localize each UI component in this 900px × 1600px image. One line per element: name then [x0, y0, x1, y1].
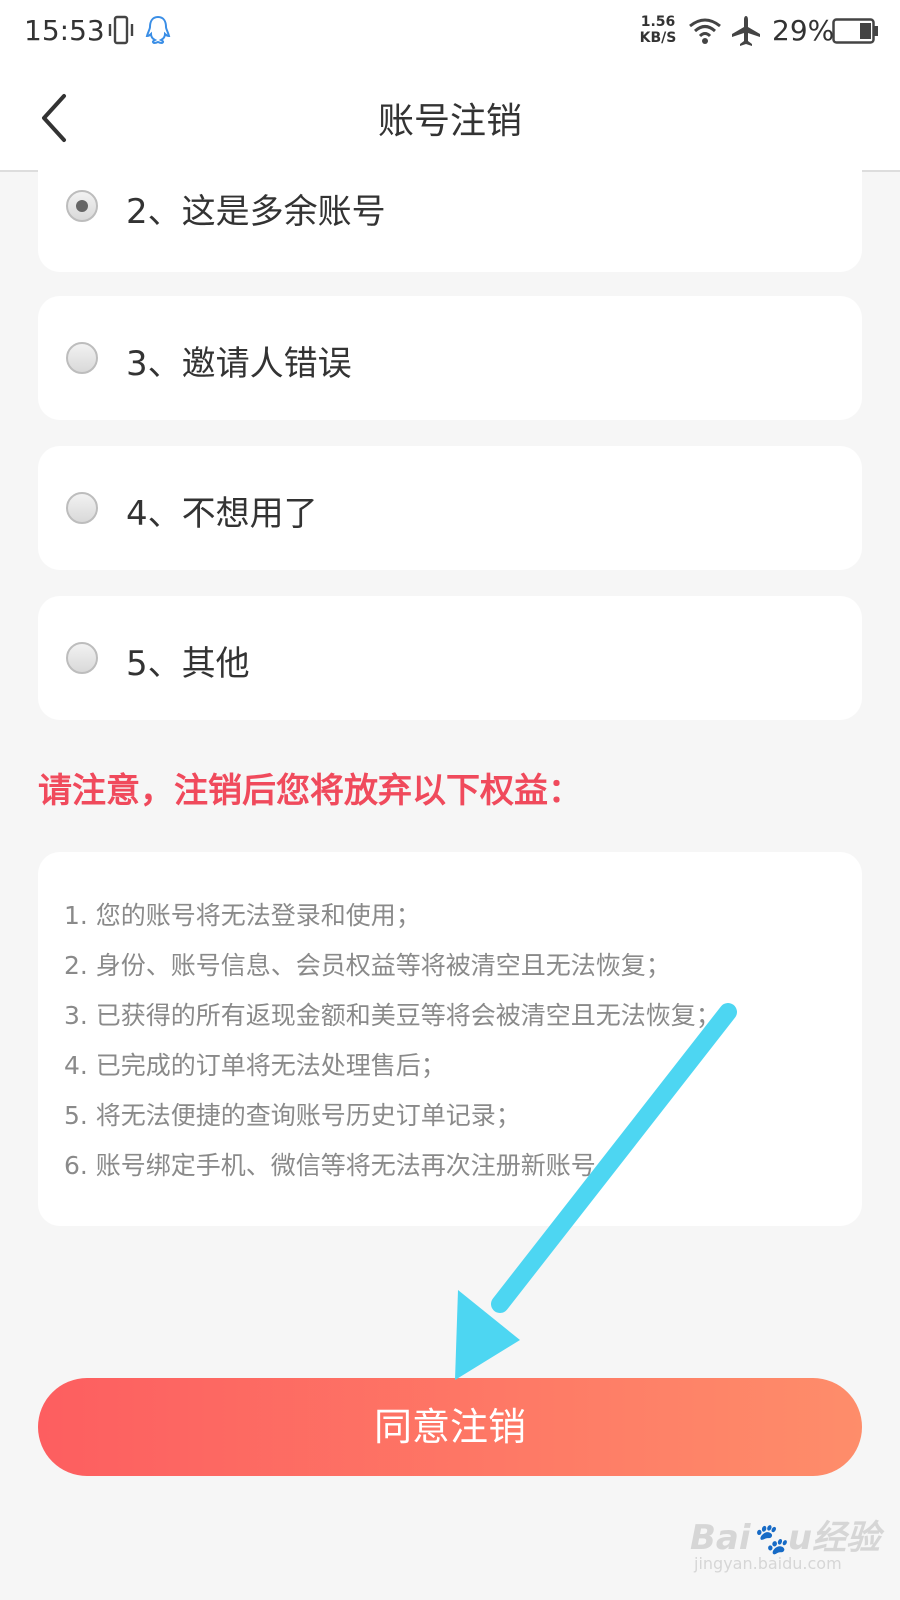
radio-button[interactable] [66, 342, 98, 374]
net-speed-unit: KB/S [639, 30, 677, 46]
reason-option-3[interactable]: 3、邀请人错误 [38, 296, 862, 420]
battery-icon [832, 18, 878, 44]
vibrate-icon [108, 15, 134, 45]
rule-item: 6. 账号绑定手机、微信等将无法再次注册新账号。 [64, 1151, 621, 1180]
page-title: 账号注销 [377, 101, 522, 142]
net-speed: 1.56 KB/S [636, 14, 680, 46]
net-speed-value: 1.56 [640, 14, 676, 30]
qq-icon [145, 15, 171, 45]
rule-item: 3. 已获得的所有返现金额和美豆等将会被清空且无法恢复； [64, 1001, 721, 1030]
status-bar: 15:53 1.56 KB/S 29% [0, 0, 900, 66]
radio-button[interactable] [66, 492, 98, 524]
notice-title: 请注意，注销后您将放弃以下权益： [38, 771, 582, 811]
watermark-logo: Bai🐾u经验 [690, 1518, 881, 1558]
wifi-icon [689, 18, 721, 44]
app-bar: 账号注销 [0, 66, 900, 172]
option-label: 2、这是多余账号 [126, 192, 386, 232]
rule-item: 1. 您的账号将无法登录和使用； [64, 901, 421, 930]
rule-item: 4. 已完成的订单将无法处理售后； [64, 1051, 446, 1080]
agree-cancel-account-button[interactable]: 同意注销 [38, 1378, 862, 1476]
reason-option-5[interactable]: 5、其他 [38, 596, 862, 720]
battery-percent: 29% [772, 14, 835, 47]
option-label: 3、邀请人错误 [126, 344, 352, 384]
watermark-url: jingyan.baidu.com [694, 1554, 842, 1573]
reason-option-4[interactable]: 4、不想用了 [38, 446, 862, 570]
status-time: 15:53 [24, 14, 105, 47]
airplane-icon [732, 16, 760, 46]
radio-button-selected[interactable] [66, 190, 98, 222]
rules-list: 1. 您的账号将无法登录和使用； 2. 身份、账号信息、会员权益等将被清空且无法… [38, 852, 862, 1226]
radio-button[interactable] [66, 642, 98, 674]
option-label: 5、其他 [126, 644, 250, 684]
watermark: Bai🐾u经验 jingyan.baidu.com [690, 1510, 880, 1580]
rule-item: 2. 身份、账号信息、会员权益等将被清空且无法恢复； [64, 951, 671, 980]
option-label: 4、不想用了 [126, 494, 318, 534]
reason-option-2[interactable]: 2、这是多余账号 [38, 170, 862, 272]
rule-item: 5. 将无法便捷的查询账号历史订单记录； [64, 1101, 521, 1130]
